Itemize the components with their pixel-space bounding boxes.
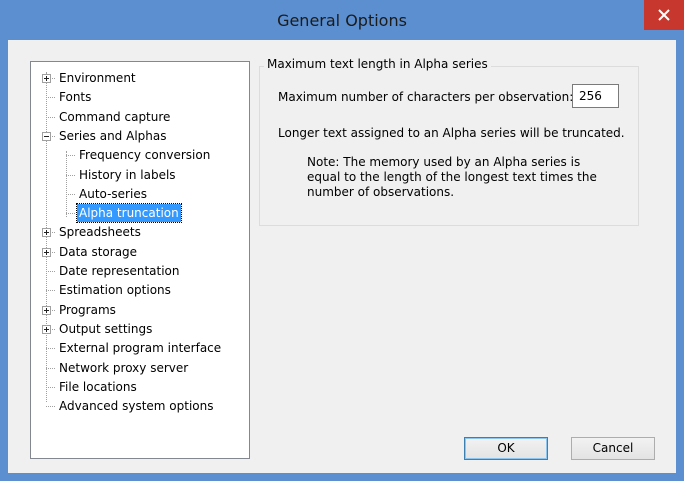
tree-item-label: History in labels — [79, 167, 176, 182]
memory-note: Note: The memory used by an Alpha series… — [307, 155, 597, 199]
tree-connector — [46, 367, 55, 369]
max-chars-label: Maximum number of characters per observa… — [278, 90, 574, 104]
tree-item-label: External program interface — [59, 341, 222, 356]
tree-item-label: Alpha truncation — [76, 203, 182, 224]
tree-item-label: Advanced system options — [59, 399, 214, 414]
dialog-client-area: Environment Fonts Command capture Series an… — [8, 40, 676, 473]
tree-child-line — [66, 151, 67, 217]
close-icon — [658, 9, 670, 21]
tree-item[interactable]: Alpha truncation — [76, 203, 182, 224]
window-title: General Options — [277, 11, 407, 30]
tree-item[interactable]: External program interface — [57, 339, 223, 358]
tree-item-label: Spreadsheets — [59, 225, 141, 240]
tree-item[interactable]: Command capture — [57, 108, 172, 127]
tree-item-label: Network proxy server — [59, 360, 189, 375]
tree-item[interactable]: File locations — [57, 378, 139, 397]
tree-item[interactable]: Programs — [57, 301, 118, 320]
tree-item[interactable]: Auto-series — [77, 185, 149, 204]
tree-item[interactable]: Estimation options — [57, 281, 173, 300]
cancel-button[interactable]: Cancel — [571, 437, 655, 460]
tree-item-label: File locations — [59, 379, 137, 394]
truncation-info: Longer text assigned to an Alpha series … — [278, 126, 625, 140]
tree-connector — [66, 213, 75, 215]
tree-item-label: Command capture — [59, 109, 171, 124]
tree-item[interactable]: Data storage — [57, 243, 139, 262]
tree-item[interactable]: Environment — [57, 69, 138, 88]
tree-item[interactable]: History in labels — [77, 166, 178, 185]
max-chars-input[interactable] — [572, 84, 619, 108]
tree-connector — [46, 386, 55, 388]
tree-connector — [46, 97, 55, 99]
tree-item[interactable]: Fonts — [57, 88, 93, 107]
tree-item[interactable]: Output settings — [57, 320, 154, 339]
tree-item-label: Output settings — [59, 321, 153, 336]
minus-expander-icon[interactable] — [42, 131, 51, 141]
tree-item-label: Fonts — [59, 90, 92, 105]
tree-connector — [46, 406, 55, 408]
close-button[interactable] — [644, 0, 684, 30]
tree-connector — [66, 174, 75, 176]
tree-connector — [46, 348, 55, 350]
tree-item[interactable]: Spreadsheets — [57, 223, 143, 242]
plus-expander-icon[interactable] — [42, 305, 51, 315]
tree-item-label: Data storage — [59, 244, 138, 259]
plus-expander-icon[interactable] — [42, 247, 51, 257]
dialog-window: General Options Environment Fonts Command … — [0, 0, 684, 481]
tree-connector — [46, 290, 55, 292]
tree-item-label: Frequency conversion — [79, 148, 211, 163]
plus-expander-icon[interactable] — [42, 228, 51, 238]
group-title: Maximum text length in Alpha series — [264, 57, 491, 71]
tree-item[interactable]: Frequency conversion — [77, 146, 212, 165]
plus-expander-icon[interactable] — [42, 74, 51, 83]
tree-item-label: Programs — [59, 302, 116, 317]
tree-item-label: Auto-series — [79, 186, 147, 201]
tree-item[interactable]: Date representation — [57, 262, 182, 281]
tree-connector — [46, 271, 55, 272]
plus-expander-icon[interactable] — [42, 324, 51, 334]
tree-item-label: Series and Alphas — [59, 128, 167, 143]
ok-button[interactable]: OK — [464, 437, 548, 460]
tree-connector — [46, 116, 55, 118]
tree-item[interactable]: Series and Alphas — [57, 127, 168, 146]
tree-item[interactable]: Advanced system options — [57, 397, 215, 416]
tree-item-label: Estimation options — [59, 283, 171, 298]
tree-item[interactable]: Network proxy server — [57, 359, 190, 378]
options-tree[interactable]: Environment Fonts Command capture Series an… — [30, 61, 250, 459]
tree-item-label: Date representation — [59, 264, 180, 278]
tree-connector — [66, 193, 75, 195]
title-bar[interactable]: General Options — [0, 0, 684, 40]
tree-connector — [66, 155, 75, 157]
tree-item-label: Environment — [59, 71, 136, 85]
